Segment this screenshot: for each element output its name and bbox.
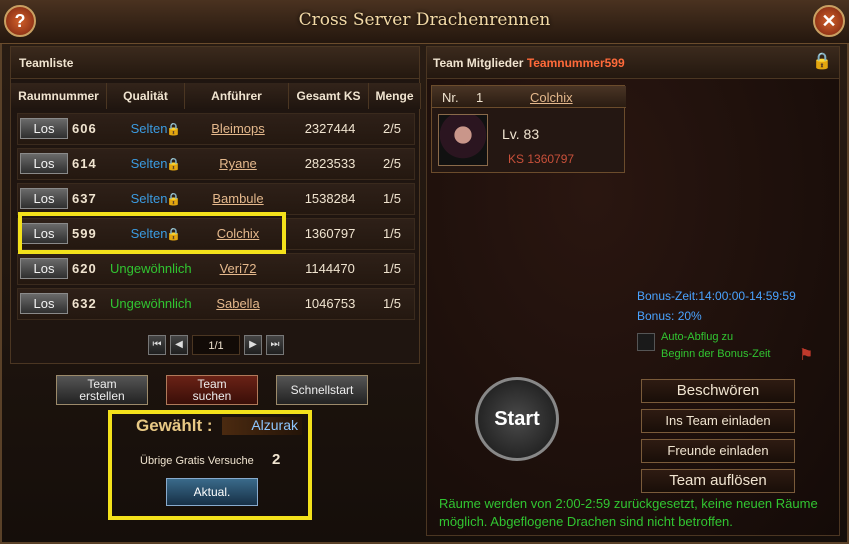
- bonus-time: Bonus-Zeit:14:00:00-14:59:59: [637, 289, 796, 303]
- create-team-label-2: erstellen: [79, 389, 125, 403]
- join-room-button[interactable]: Los: [20, 258, 68, 279]
- member-card-header: [432, 86, 626, 108]
- team-members-header: Team Mitglieder Teamnummer599: [427, 47, 839, 79]
- member-count: 1/5: [382, 191, 402, 206]
- total-ks: 1144470: [305, 261, 355, 276]
- room-number: 637: [72, 191, 97, 206]
- lock-icon: 🔒: [166, 192, 181, 206]
- quality-label: Ungewöhnlich: [110, 261, 192, 276]
- member-count: 2/5: [382, 156, 402, 171]
- prev-page-button[interactable]: ◀: [170, 335, 188, 355]
- lock-icon: 🔒: [166, 122, 181, 136]
- table-row[interactable]: Los 620 Ungewöhnlich Veri72 1144470 1/5: [17, 253, 415, 285]
- search-team-button[interactable]: Team suchen: [166, 375, 258, 405]
- table-row[interactable]: Los 606 Selten 🔒 Bleimops 2327444 2/5: [17, 113, 415, 145]
- team-members-title: Team Mitglieder: [433, 56, 524, 70]
- member-nr: 1: [476, 90, 484, 105]
- table-row[interactable]: Los 637 Selten 🔒 Bambule 1538284 1/5: [17, 183, 415, 215]
- avatar: [438, 114, 488, 166]
- col-leader: Anführer: [185, 83, 289, 109]
- team-list-panel: Teamliste Raumnummer Qualität Anführer G…: [10, 46, 421, 364]
- create-team-button[interactable]: Team erstellen: [56, 375, 148, 405]
- table-row[interactable]: Los 632 Ungewöhnlich Sabella 1046753 1/5: [17, 288, 415, 320]
- leader-link[interactable]: Veri72: [188, 254, 288, 284]
- room-number: 620: [72, 261, 97, 276]
- total-ks: 1046753: [304, 296, 356, 311]
- prev-page-icon: ◀: [175, 339, 183, 350]
- refresh-button[interactable]: Aktual.: [166, 478, 258, 506]
- leader-link[interactable]: Bambule: [188, 184, 288, 214]
- team-members-panel: Team Mitglieder Teamnummer599 🔒 Nr. 1 Co…: [426, 46, 840, 536]
- last-page-icon: ⏭: [270, 339, 280, 350]
- dissolve-team-button[interactable]: Team auflösen: [641, 469, 795, 493]
- summon-button[interactable]: Beschwören: [641, 379, 795, 403]
- window-title: Cross Server Drachenrennen: [298, 10, 551, 30]
- free-attempts-label: Übrige Gratis Versuche: [140, 455, 254, 467]
- chosen-dragon: Alzurak: [222, 417, 302, 435]
- join-room-button[interactable]: Los: [20, 293, 68, 314]
- question-icon: ?: [14, 10, 26, 31]
- member-ks: KS 1360797: [508, 152, 575, 166]
- team-number: Teamnummer599: [526, 56, 625, 70]
- close-button[interactable]: ✕: [813, 5, 845, 37]
- team-list-header: Teamliste: [11, 47, 419, 79]
- search-team-label-2: suchen: [192, 389, 232, 403]
- start-button[interactable]: Start: [475, 377, 559, 461]
- chosen-label: Gewählt :: [136, 416, 213, 435]
- last-page-button[interactable]: ⏭: [266, 335, 284, 355]
- total-ks: 2327444: [304, 121, 356, 136]
- room-number: 632: [72, 296, 97, 311]
- first-page-button[interactable]: ⏮: [148, 335, 166, 355]
- total-ks: 1538284: [304, 191, 356, 206]
- col-quality: Qualität: [107, 83, 185, 109]
- first-page-icon: ⏮: [152, 339, 162, 350]
- total-ks: 1360797: [304, 226, 356, 241]
- reset-notice: Räume werden von 2:00-2:59 zurückgesetzt…: [439, 496, 818, 529]
- member-count: 1/5: [382, 296, 402, 311]
- auto-depart-label-1: Auto-Abflug zu: [661, 331, 734, 343]
- member-count: 1/5: [382, 226, 402, 241]
- leader-link[interactable]: Bleimops: [188, 114, 288, 144]
- invite-friends-button[interactable]: Freunde einladen: [641, 439, 795, 463]
- leader-link[interactable]: Ryane: [188, 149, 288, 179]
- total-ks: 2823533: [304, 156, 356, 171]
- room-number: 606: [72, 121, 97, 136]
- pager: ⏮ ◀ 1/1 ▶ ⏭: [148, 335, 288, 355]
- member-card[interactable]: Nr. 1 Colchix Lv. 83 KS 1360797: [431, 85, 626, 173]
- flag-icon: ⚑: [799, 347, 814, 364]
- next-page-icon: ▶: [249, 339, 257, 350]
- join-room-button[interactable]: Los: [20, 188, 68, 209]
- room-number: 614: [72, 156, 97, 171]
- auto-depart-label: Auto-Abflug zu Beginn der Bonus-Zeit: [661, 329, 770, 363]
- auto-depart-checkbox[interactable]: [637, 333, 655, 351]
- quality-label: Ungewöhnlich: [110, 296, 192, 311]
- member-count: 2/5: [382, 121, 402, 136]
- free-attempts-count: 2: [272, 451, 281, 468]
- col-room: Raumnummer: [11, 83, 107, 109]
- help-button[interactable]: ?: [4, 5, 36, 37]
- col-ks: Gesamt KS: [289, 83, 369, 109]
- invite-to-team-button[interactable]: Ins Team einladen: [641, 409, 795, 433]
- member-level: Lv. 83: [502, 126, 540, 142]
- quick-start-button[interactable]: Schnellstart: [276, 375, 368, 405]
- selected-row-highlight: [18, 212, 286, 254]
- lock-icon[interactable]: 🔒: [811, 51, 833, 75]
- member-nr-label: Nr.: [442, 90, 459, 105]
- member-name[interactable]: Colchix: [530, 90, 573, 105]
- auto-depart-label-2: Beginn der Bonus-Zeit: [661, 348, 771, 360]
- leader-link[interactable]: Sabella: [188, 289, 288, 319]
- bonus-value: Bonus: 20%: [637, 309, 702, 323]
- col-menge: Menge: [369, 83, 421, 109]
- join-room-button[interactable]: Los: [20, 118, 68, 139]
- page-label: 1/1: [192, 335, 240, 355]
- lock-icon: 🔒: [166, 157, 181, 171]
- next-page-button[interactable]: ▶: [244, 335, 262, 355]
- member-count: 1/5: [382, 261, 402, 276]
- join-room-button[interactable]: Los: [20, 153, 68, 174]
- close-icon: ✕: [821, 10, 837, 31]
- table-row[interactable]: Los 614 Selten 🔒 Ryane 2823533 2/5: [17, 148, 415, 180]
- team-list-columns: Raumnummer Qualität Anführer Gesamt KS M…: [11, 83, 421, 109]
